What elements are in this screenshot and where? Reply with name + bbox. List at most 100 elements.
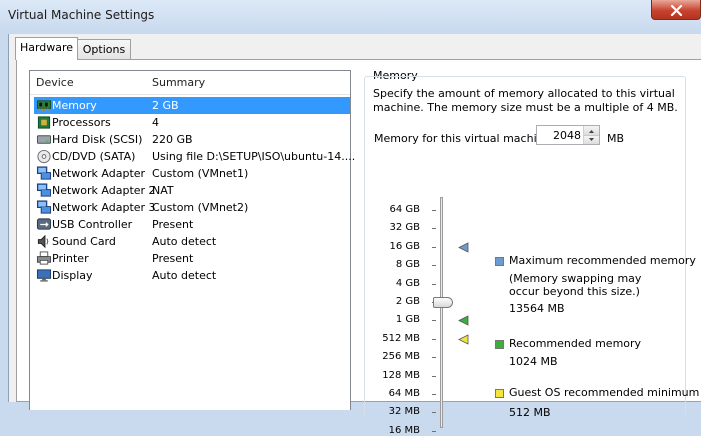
memory-scale-label: 256 MB <box>382 351 420 363</box>
memory-scale-tick <box>432 283 436 285</box>
max-recommended-note-line1: (Memory swapping may <box>509 272 642 285</box>
memory-icon <box>36 100 52 112</box>
column-header-summary[interactable]: Summary <box>152 76 205 89</box>
memory-scale-label: 128 MB <box>382 369 420 381</box>
memory-scale-label: 64 MB <box>388 388 420 399</box>
network-adapter-icon <box>36 166 52 180</box>
tab-hardware[interactable]: Hardware <box>15 37 78 60</box>
device-name: Network Adapter 3 <box>52 201 156 214</box>
device-name: Printer <box>52 252 89 265</box>
memory-scale-tick <box>432 394 436 395</box>
device-summary: Auto detect <box>152 269 217 282</box>
memory-scale-label: 32 GB <box>389 222 420 234</box>
chevron-down-icon <box>589 138 594 141</box>
device-row[interactable]: Network Adapter Custom (VMnet1) <box>34 165 350 182</box>
display-icon <box>36 269 52 282</box>
memory-scale-tick <box>432 430 436 432</box>
device-row[interactable]: Sound Card Auto detect <box>34 233 350 250</box>
printer-icon <box>36 251 52 265</box>
memory-slider-thumb[interactable] <box>433 297 453 308</box>
device-row[interactable]: USB Controller Present <box>34 216 350 233</box>
device-name: Memory <box>52 99 97 112</box>
memory-scale-tick <box>432 338 436 340</box>
memory-scale-label: 32 MB <box>388 406 420 418</box>
sound-card-icon <box>37 234 49 249</box>
device-row[interactable]: Processors 4 <box>34 114 350 131</box>
device-row[interactable]: Memory 2 GB <box>34 97 350 114</box>
device-name: Network Adapter 2 <box>52 184 156 197</box>
device-summary: Using file D:\SETUP\ISO\ubuntu-14.... <box>152 150 356 163</box>
device-summary: 220 GB <box>152 133 193 146</box>
memory-scale-tick <box>432 210 436 211</box>
memory-scale-tick <box>432 246 436 248</box>
title-bar: Virtual Machine Settings <box>0 0 701 34</box>
cd-dvd-icon <box>37 149 51 164</box>
tab-options[interactable]: Options <box>77 39 131 60</box>
device-name: Display <box>52 269 93 282</box>
memory-scale-tick <box>432 357 436 359</box>
device-list-header: Device Summary <box>30 71 350 95</box>
memory-scale-tick <box>432 375 436 377</box>
memory-input[interactable]: 2048 <box>553 129 581 142</box>
device-row[interactable]: Printer Present <box>34 250 350 267</box>
memory-scale-label: 16 MB <box>388 424 420 436</box>
device-row[interactable]: Network Adapter 2 NAT <box>34 182 350 199</box>
window-title: Virtual Machine Settings <box>8 8 155 22</box>
column-header-device[interactable]: Device <box>36 76 74 89</box>
max-recommended-value: 13564 MB <box>509 302 565 315</box>
device-row[interactable]: Hard Disk (SCSI) 220 GB <box>34 131 350 148</box>
device-summary: Present <box>152 252 194 265</box>
network-adapter-icon <box>36 183 52 197</box>
device-summary: 4 <box>152 116 159 129</box>
max-recommended-label: Maximum recommended memory <box>509 254 696 267</box>
memory-scale-label: 8 GB <box>395 259 420 271</box>
device-summary: Auto detect <box>152 235 217 248</box>
device-name: Hard Disk (SCSI) <box>52 133 143 146</box>
spin-up-button[interactable] <box>584 126 599 135</box>
chevron-up-icon <box>589 130 594 133</box>
device-row[interactable]: Display Auto detect <box>34 267 350 284</box>
guest-min-value: 512 MB <box>509 406 551 419</box>
device-summary: 2 GB <box>152 99 179 112</box>
hardware-tab-panel: Device Summary Memory 2 GB Processors 4 Hard… <box>16 59 701 436</box>
memory-scale-tick <box>432 228 436 230</box>
device-name: USB Controller <box>52 218 133 231</box>
maximum-recommended-marker-icon <box>458 242 469 253</box>
device-summary: Present <box>152 218 194 231</box>
memory-unit-label: MB <box>607 132 625 145</box>
device-list[interactable]: Device Summary Memory 2 GB Processors 4 Hard… <box>29 70 355 410</box>
memory-scale-label: 16 GB <box>389 240 420 252</box>
recommended-value: 1024 MB <box>509 355 558 368</box>
memory-scale-label: 1 GB <box>395 314 420 326</box>
memory-spinner[interactable] <box>583 126 599 144</box>
network-adapter-icon <box>36 200 52 214</box>
spin-down-button[interactable] <box>584 135 599 144</box>
recommended-legend-swatch <box>495 340 504 349</box>
close-icon <box>670 5 683 16</box>
memory-spin-box[interactable]: 2048 <box>536 125 600 145</box>
memory-scale-tick <box>432 265 436 267</box>
memory-scale-tick <box>432 412 436 414</box>
device-name: Network Adapter <box>52 167 146 180</box>
close-button[interactable] <box>651 0 701 20</box>
memory-description: Specify the amount of memory allocated t… <box>373 87 678 114</box>
device-row[interactable]: Network Adapter 3 Custom (VMnet2) <box>34 199 350 216</box>
guest-os-minimum-marker-icon <box>458 334 469 345</box>
max-recommended-legend-swatch <box>495 257 504 266</box>
memory-scale-label: 2 GB <box>395 296 420 307</box>
memory-field-label: Memory for this virtual machine: <box>374 132 555 145</box>
device-name: Processors <box>52 116 111 129</box>
dialog-client-area: Hardware Options Device Summary Memory 2 … <box>8 34 701 436</box>
usb-icon <box>36 218 52 230</box>
guest-min-label: Guest OS recommended minimum <box>509 386 700 399</box>
device-name: CD/DVD (SATA) <box>52 150 136 163</box>
device-summary: Custom (VMnet1) <box>152 167 249 180</box>
max-recommended-note-line2: occur beyond this size.) <box>509 285 640 298</box>
recommended-marker-icon <box>458 315 469 327</box>
device-summary: Custom (VMnet2) <box>152 201 249 214</box>
memory-slider-track[interactable] <box>440 197 443 428</box>
device-name: Sound Card <box>52 235 116 248</box>
guest-min-legend-swatch <box>495 389 504 398</box>
device-row[interactable]: CD/DVD (SATA) Using file D:\SETUP\ISO\ubu… <box>34 148 355 165</box>
memory-scale-tick <box>432 320 436 322</box>
